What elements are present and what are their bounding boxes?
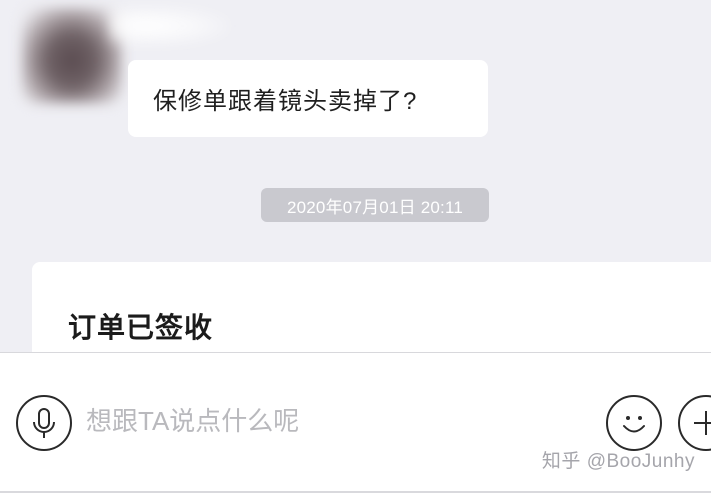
input-bar: 知乎 @BooJunhy (0, 352, 711, 493)
avatar-blur (110, 6, 230, 46)
watermark: 知乎 @BooJunhy (541, 451, 695, 472)
order-status-title: 订单已签收 (68, 312, 214, 343)
timestamp-text: 2020年07月01日 20:11 (286, 197, 464, 217)
avatar[interactable] (22, 8, 122, 103)
timestamp-badge: 2020年07月01日 20:11 (261, 188, 489, 222)
chat-area: 保修单跟着镜头卖掉了? 2020年07月01日 20:11 订单已签收 (0, 0, 711, 352)
smiley-icon (623, 416, 645, 433)
order-card[interactable]: 订单已签收 (32, 262, 711, 352)
message-input[interactable] (86, 401, 586, 441)
microphone-icon (33, 408, 55, 438)
emoji-button[interactable] (606, 395, 662, 451)
message-bubble[interactable]: 保修单跟着镜头卖掉了? (128, 60, 488, 137)
voice-button[interactable] (16, 395, 72, 451)
plus-icon (694, 411, 711, 435)
more-button[interactable] (678, 395, 711, 451)
message-text: 保修单跟着镜头卖掉了? (153, 88, 418, 115)
